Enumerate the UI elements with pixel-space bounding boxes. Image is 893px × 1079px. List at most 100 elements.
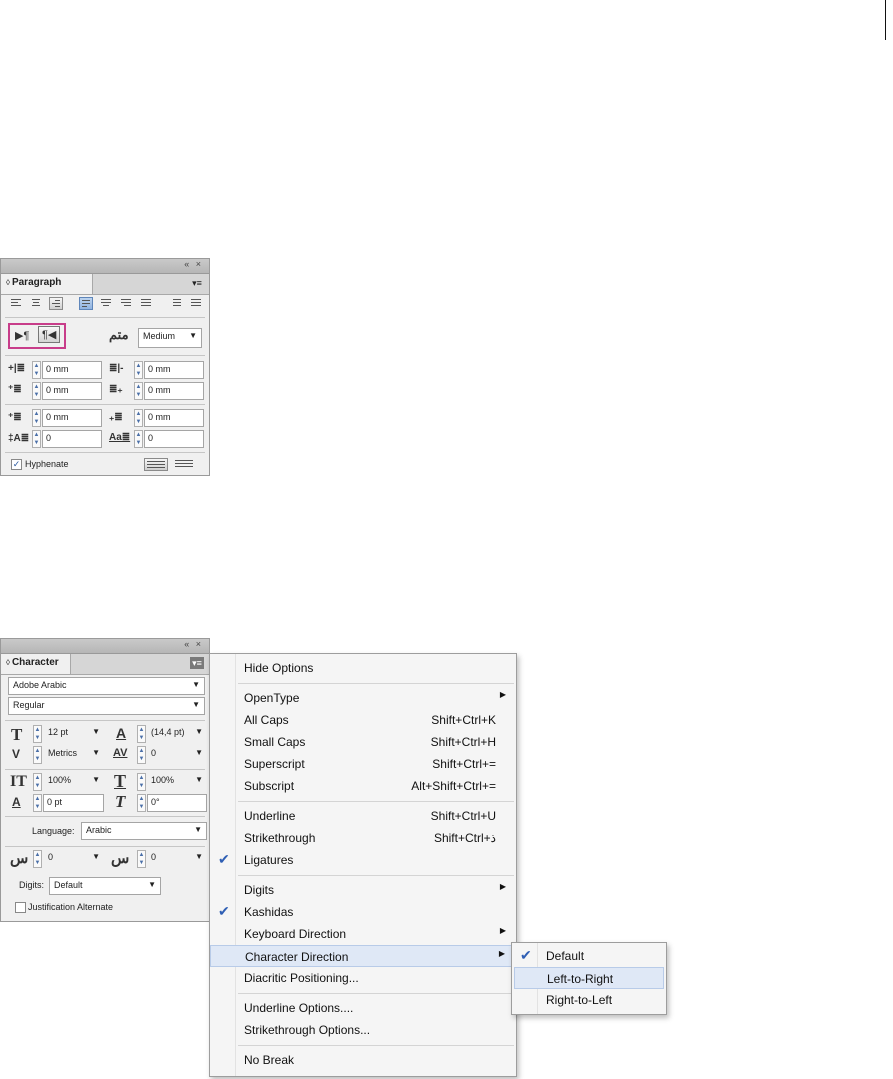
- baseline-shift-stepper[interactable]: ▲ ▼: [33, 794, 42, 812]
- menu-item-label: Keyboard Direction: [244, 927, 347, 941]
- tab-character[interactable]: ◊ Character: [1, 654, 71, 674]
- align-right-icon[interactable]: [49, 297, 63, 310]
- vertical-scale-field[interactable]: 100% ▼: [44, 773, 104, 791]
- horizontal-scale-stepper[interactable]: ▲ ▼: [137, 773, 146, 791]
- skew-stepper[interactable]: ▲ ▼: [137, 794, 146, 812]
- menu-item-strikethrough[interactable]: Strikethrough Shift+Ctrl+ذ: [210, 827, 516, 849]
- chevron-down-icon: ▼: [195, 852, 203, 861]
- tracking-stepper[interactable]: ▲ ▼: [137, 746, 146, 764]
- space-after-stepper[interactable]: ▲ ▼: [134, 409, 143, 427]
- left-indent-stepper[interactable]: ▲ ▼: [32, 361, 41, 379]
- ltr-direction-button[interactable]: ▶¶: [15, 329, 29, 342]
- font-family-dropdown[interactable]: Adobe Arabic ▼: [8, 677, 205, 695]
- hyphenate-checkbox[interactable]: ✓: [11, 459, 22, 470]
- right-indent-field[interactable]: 0 mm: [144, 361, 204, 379]
- kerning-stepper[interactable]: ▲ ▼: [33, 746, 42, 764]
- menu-item-all-caps[interactable]: All Caps Shift+Ctrl+K: [210, 709, 516, 731]
- menu-item-underline-options[interactable]: Underline Options....: [210, 997, 516, 1019]
- font-size-stepper[interactable]: ▲ ▼: [33, 725, 42, 743]
- menu-item-diacritic-positioning[interactable]: Diacritic Positioning...: [210, 967, 516, 989]
- menu-item-digits[interactable]: Digits ▶: [210, 879, 516, 901]
- drop-cap-lines-stepper[interactable]: ▲ ▼: [32, 430, 41, 448]
- submenu-arrow-icon: ▶: [499, 882, 506, 891]
- space-before-stepper[interactable]: ▲ ▼: [32, 409, 41, 427]
- language-label: Language:: [32, 826, 75, 836]
- right-indent-stepper[interactable]: ▲ ▼: [134, 361, 143, 379]
- menu-item-superscript[interactable]: Superscript Shift+Ctrl+=: [210, 753, 516, 775]
- menu-item-strikethrough-options[interactable]: Strikethrough Options...: [210, 1019, 516, 1041]
- last-line-indent-stepper[interactable]: ▲ ▼: [134, 382, 143, 400]
- tracking-icon: AV: [113, 747, 128, 759]
- leading-field[interactable]: (14,4 pt) ▼: [147, 725, 207, 743]
- menu-item-hide-options[interactable]: Hide Options: [210, 657, 516, 679]
- menu-item-ligatures[interactable]: ✔ Ligatures: [210, 849, 516, 871]
- menu-item-subscript[interactable]: Subscript Alt+Shift+Ctrl+=: [210, 775, 516, 797]
- justification-alternate-checkbox[interactable]: [15, 902, 26, 913]
- justify-all-icon[interactable]: [139, 297, 153, 310]
- justify-right-icon[interactable]: [119, 297, 133, 310]
- panel-menu-icon[interactable]: ▾≡: [190, 657, 204, 669]
- tracking-field[interactable]: 0 ▼: [147, 746, 207, 764]
- justify-left-icon[interactable]: [79, 297, 93, 310]
- menu-item-label: Small Caps: [244, 735, 306, 749]
- divider: [5, 816, 205, 817]
- menu-item-kashidas[interactable]: ✔ Kashidas: [210, 901, 516, 923]
- tab-paragraph[interactable]: ◊ Paragraph: [1, 274, 93, 294]
- baseline-shift-field[interactable]: 0 pt: [43, 794, 104, 812]
- font-size-icon: T: [11, 725, 23, 744]
- first-line-indent-stepper[interactable]: ▲ ▼: [32, 382, 41, 400]
- justify-center-icon[interactable]: [99, 297, 113, 310]
- panel-menu-icon[interactable]: ▾≡: [190, 277, 204, 289]
- space-before-field[interactable]: 0 mm: [42, 409, 102, 427]
- space-after-field[interactable]: 0 mm: [144, 409, 204, 427]
- menu-item-small-caps[interactable]: Small Caps Shift+Ctrl+H: [210, 731, 516, 753]
- collapse-close-icons[interactable]: « ×: [184, 639, 203, 649]
- panel-topbar: « ×: [1, 259, 209, 274]
- chevron-down-icon: ▼: [192, 700, 200, 709]
- align-away-spine-icon[interactable]: [189, 297, 203, 310]
- menu-item-underline[interactable]: Underline Shift+Ctrl+U: [210, 805, 516, 827]
- align-center-icon[interactable]: [29, 297, 43, 310]
- kerning-dropdown[interactable]: Metrics ▼: [44, 746, 104, 764]
- submenu-item-left-to-right[interactable]: Left-to-Right: [514, 967, 664, 989]
- language-value: Arabic: [86, 825, 112, 835]
- last-line-indent-field[interactable]: 0 mm: [144, 382, 204, 400]
- paragraph-panel: « × ◊ Paragraph ▾≡ ▶¶ ¶◀ متم Medium ▼ +|≣ …: [0, 258, 210, 476]
- vertical-scale-stepper[interactable]: ▲ ▼: [33, 773, 42, 791]
- align-towards-spine-icon[interactable]: [169, 297, 183, 310]
- insert-space-right-stepper[interactable]: ▲ ▼: [137, 850, 146, 868]
- skew-field[interactable]: 0°: [147, 794, 207, 812]
- align-left-icon[interactable]: [9, 297, 23, 310]
- menu-item-keyboard-direction[interactable]: Keyboard Direction ▶: [210, 923, 516, 945]
- menu-item-shortcut: Shift+Ctrl+U: [430, 809, 496, 823]
- balance-columns-icon[interactable]: [173, 458, 195, 471]
- first-line-indent-field[interactable]: 0 mm: [42, 382, 102, 400]
- digits-dropdown[interactable]: Default ▼: [49, 877, 161, 895]
- drop-cap-chars-field[interactable]: 0: [144, 430, 204, 448]
- left-indent-field[interactable]: 0 mm: [42, 361, 102, 379]
- font-size-field[interactable]: 12 pt ▼: [44, 725, 104, 743]
- leading-stepper[interactable]: ▲ ▼: [137, 725, 146, 743]
- paragraph-composer-icon[interactable]: [144, 458, 168, 471]
- kashida-dropdown[interactable]: Medium ▼: [138, 328, 202, 348]
- insert-space-left-field[interactable]: 0 ▼: [44, 850, 104, 868]
- menu-item-opentype[interactable]: OpenType ▶: [210, 687, 516, 709]
- rtl-direction-button[interactable]: ¶◀: [38, 326, 61, 343]
- submenu-arrow-icon: ▶: [499, 690, 506, 699]
- submenu-item-right-to-left[interactable]: Right-to-Left: [512, 989, 666, 1011]
- drop-cap-lines-field[interactable]: 0: [42, 430, 102, 448]
- submenu-item-default[interactable]: ✔ Default: [512, 945, 666, 967]
- horizontal-scale-field[interactable]: 100% ▼: [147, 773, 207, 791]
- leading-icon: A: [116, 725, 127, 741]
- insert-space-left-stepper[interactable]: ▲ ▼: [33, 850, 42, 868]
- menu-item-label: Underline: [244, 809, 296, 823]
- menu-item-shortcut: Shift+Ctrl+=: [432, 757, 496, 771]
- menu-item-no-break[interactable]: No Break: [210, 1049, 516, 1071]
- menu-item-label: All Caps: [244, 713, 289, 727]
- collapse-close-icons[interactable]: « ×: [184, 259, 203, 269]
- language-dropdown[interactable]: Arabic ▼: [81, 822, 207, 840]
- font-style-dropdown[interactable]: Regular ▼: [8, 697, 205, 715]
- menu-item-character-direction[interactable]: Character Direction ▶: [210, 945, 516, 967]
- drop-cap-chars-stepper[interactable]: ▲ ▼: [134, 430, 143, 448]
- insert-space-right-field[interactable]: 0 ▼: [147, 850, 207, 868]
